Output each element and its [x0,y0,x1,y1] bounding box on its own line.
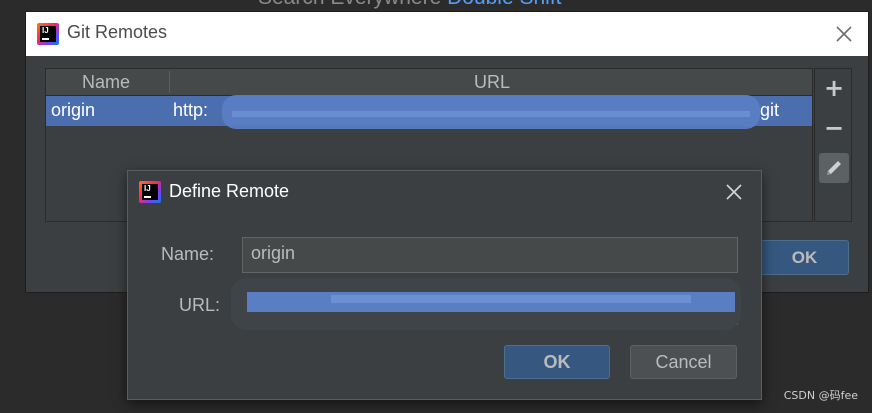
table-header: Name URL [46,69,812,96]
url-label: URL: [179,295,221,315]
add-remote-button[interactable]: + [819,73,849,103]
column-header-url[interactable]: URL [474,72,510,93]
search-everywhere-text: Search Everywhere [258,0,441,9]
column-header-name[interactable]: Name [82,72,130,93]
intellij-app-icon: IJ [139,181,161,203]
cancel-button[interactable]: Cancel [630,345,737,379]
column-divider[interactable] [169,71,170,93]
remote-url-cell-end: git [760,100,780,120]
define-remote-dialog: IJ Define Remote Name: origin URL: OK Ca… [127,170,762,400]
edit-remote-button[interactable] [819,153,849,183]
name-label: Name: [161,244,215,264]
csdn-watermark: CSDN @码fee [783,389,858,402]
remote-url-cell-start: http: [173,100,209,120]
remote-name-cell: origin [51,100,96,120]
redacted-url-mask [231,278,741,330]
ok-button[interactable]: OK [504,345,610,379]
define-remote-title: Define Remote [169,181,290,201]
double-shift-text: Double Shift [447,0,561,9]
plus-icon: + [823,74,845,102]
remote-name-field[interactable]: origin [242,237,738,273]
remove-remote-button[interactable]: − [819,113,849,143]
define-remote-body: Name: origin URL: OK Cancel [128,213,761,399]
git-remotes-title: Git Remotes [67,22,168,42]
git-remotes-ok-button[interactable]: OK [760,240,849,275]
remotes-toolbar: + − [814,68,852,222]
redacted-fill-highlight [331,295,691,303]
redacted-url-mask [222,95,760,129]
close-icon[interactable] [725,183,743,201]
git-remotes-titlebar: IJ Git Remotes [26,12,868,56]
intellij-app-icon: IJ [37,23,59,45]
close-icon[interactable] [835,25,853,43]
define-remote-titlebar: IJ Define Remote [128,171,761,213]
redacted-stripe [232,111,750,117]
pencil-icon [827,161,841,175]
minus-icon: − [823,114,845,142]
